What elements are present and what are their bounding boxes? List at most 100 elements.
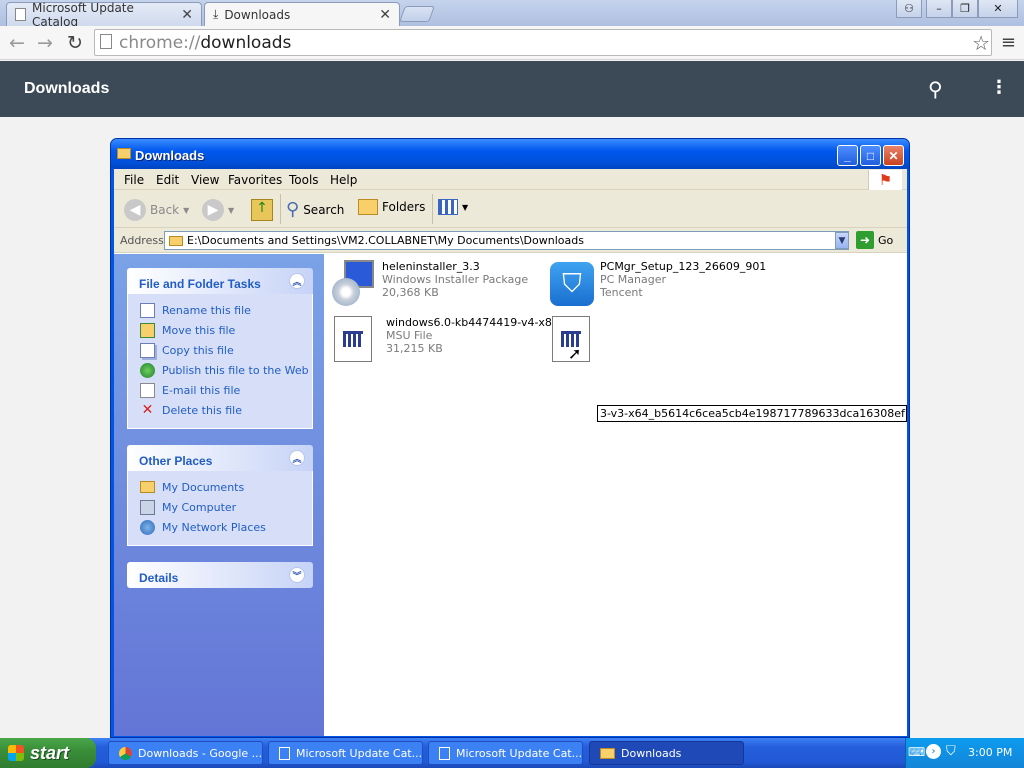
chrome-menu-icon[interactable]: ≡: [1001, 32, 1016, 53]
toolbar-separator: [280, 194, 281, 224]
file-folder-tasks-header[interactable]: File and Folder Tasks ︽: [127, 268, 313, 294]
installer-icon: [330, 260, 376, 308]
place-my-network-places[interactable]: My Network Places: [140, 517, 312, 537]
task-rename-file[interactable]: Rename this file: [140, 300, 312, 320]
task-label: Delete this file: [162, 403, 242, 417]
task-move-file[interactable]: Move this file: [140, 320, 312, 340]
folders-icon: [358, 199, 378, 215]
toolbar-separator: [432, 194, 433, 224]
copy-icon: [140, 342, 155, 358]
bookmark-star-icon[interactable]: ☆: [972, 31, 990, 55]
task-copy-file[interactable]: Copy this file: [140, 340, 312, 360]
rename-value: 3-v3-x64_b5614c6cea5cb4e198717789633dca1…: [600, 407, 906, 420]
standard-toolbar: ◀ Back ▼ ▶ ▼ ↑ ⚲ Search Folders ▼: [114, 190, 907, 228]
keyboard-icon[interactable]: ⌨: [908, 745, 925, 759]
back-button[interactable]: ◀ Back ▼: [124, 199, 189, 221]
folder-icon: [600, 747, 615, 759]
explorer-title-bar[interactable]: Downloads _ □ ✕: [111, 139, 909, 169]
maximize-button[interactable]: □: [860, 145, 881, 166]
file-item-renaming[interactable]: ➚: [552, 316, 598, 364]
views-icon: [438, 199, 458, 215]
task-label: Rename this file: [162, 303, 251, 317]
place-my-computer[interactable]: My Computer: [140, 497, 312, 517]
menu-file[interactable]: File: [124, 173, 144, 187]
tab-downloads[interactable]: ⤓ Downloads ✕: [204, 2, 400, 26]
rename-icon: [140, 302, 155, 318]
expand-icon[interactable]: ︾: [289, 567, 305, 583]
email-icon: [140, 382, 155, 398]
forward-button[interactable]: ▶ ▼: [202, 199, 234, 221]
task-publish-file[interactable]: Publish this file to the Web: [140, 360, 312, 380]
details-header[interactable]: Details ︾: [127, 562, 313, 588]
network-icon: [140, 519, 155, 535]
file-name: PCMgr_Setup_123_26609_901: [600, 260, 767, 273]
windows-flag-icon: [8, 745, 24, 761]
taskbar-item-update-catalog-1[interactable]: Microsoft Update Cat...: [268, 741, 423, 765]
close-window-button[interactable]: ✕: [978, 0, 1018, 18]
taskbar-label: Microsoft Update Cat...: [296, 746, 423, 760]
back-arrow-icon[interactable]: ←: [6, 32, 28, 54]
task-pane: File and Folder Tasks ︽ Rename this file…: [114, 254, 324, 736]
collapse-icon[interactable]: ︽: [289, 273, 305, 289]
msu-file-icon: [334, 316, 380, 364]
show-hidden-icons-icon[interactable]: ›: [926, 744, 941, 759]
menu-view[interactable]: View: [191, 173, 219, 187]
system-tray: ⌨ › ⛉ 3:00 PM: [905, 738, 1024, 768]
rename-input[interactable]: 3-v3-x64_b5614c6cea5cb4e198717789633dca1…: [597, 405, 907, 422]
other-places-header[interactable]: Other Places ︽: [127, 445, 313, 471]
forward-arrow-icon[interactable]: →: [34, 32, 56, 54]
file-item-windows6-kb4474419-x86[interactable]: windows6.0-kb4474419-v4-x8... MSU File 3…: [334, 316, 562, 364]
menu-tools[interactable]: Tools: [289, 173, 319, 187]
chrome-icon: [119, 746, 132, 760]
go-arrow-icon: ➜: [856, 231, 874, 249]
file-size: Tencent: [600, 286, 643, 299]
address-dropdown-icon[interactable]: ▼: [835, 232, 849, 249]
place-label: My Computer: [162, 500, 237, 514]
search-icon[interactable]: ⚲: [928, 77, 943, 101]
taskbar-item-chrome-downloads[interactable]: Downloads - Google ...: [108, 741, 263, 765]
restore-button[interactable]: ❐: [952, 0, 978, 18]
menu-favorites[interactable]: Favorites: [228, 173, 282, 187]
group-title: File and Folder Tasks: [139, 277, 261, 291]
reload-icon[interactable]: ↻: [64, 32, 86, 54]
place-label: My Network Places: [162, 520, 266, 534]
address-field[interactable]: E:\Documents and Settings\VM2.COLLABNET\…: [164, 231, 849, 250]
taskbar-label: Microsoft Update Cat...: [456, 746, 583, 760]
folders-button[interactable]: Folders: [358, 199, 425, 215]
file-item-pcmgr-setup[interactable]: ⛉ PCMgr_Setup_123_26609_901 PC Manager T…: [548, 260, 766, 308]
folders-label: Folders: [382, 200, 426, 214]
file-size: 31,215 KB: [386, 342, 443, 355]
close-icon[interactable]: ✕: [181, 7, 193, 23]
page-icon: [439, 746, 450, 760]
file-type: PC Manager: [600, 273, 667, 286]
task-delete-file[interactable]: ✕ Delete this file: [140, 400, 312, 420]
collapse-icon[interactable]: ︽: [289, 450, 305, 466]
menu-help[interactable]: Help: [330, 173, 357, 187]
close-button[interactable]: ✕: [883, 145, 904, 166]
go-button[interactable]: ➜ Go: [856, 231, 893, 249]
address-bar[interactable]: chrome://downloads: [94, 29, 992, 56]
downloads-header: Downloads ⚲ ⋮: [0, 61, 1024, 117]
menu-edit[interactable]: Edit: [156, 173, 179, 187]
address-path: E:\Documents and Settings\VM2.COLLABNET\…: [187, 234, 584, 247]
pc-manager-tray-icon[interactable]: ⛉: [946, 744, 956, 759]
task-email-file[interactable]: E-mail this file: [140, 380, 312, 400]
user-icon[interactable]: ⚇: [896, 0, 922, 18]
task-label: Publish this file to the Web: [162, 363, 309, 377]
more-options-icon[interactable]: ⋮: [990, 77, 1008, 98]
taskbar-item-update-catalog-2[interactable]: Microsoft Update Cat...: [428, 741, 583, 765]
download-icon: ⤓: [213, 7, 219, 21]
minimize-button[interactable]: _: [837, 145, 858, 166]
file-item-heleninstaller[interactable]: heleninstaller_3.3 Windows Installer Pac…: [330, 260, 528, 308]
minimize-button[interactable]: –: [926, 0, 952, 18]
search-button[interactable]: ⚲ Search: [286, 199, 344, 220]
taskbar-item-downloads-folder[interactable]: Downloads: [589, 741, 744, 765]
page-title: Downloads: [24, 80, 110, 97]
tab-microsoft-update-catalog[interactable]: Microsoft Update Catalog ✕: [6, 1, 202, 29]
place-my-documents[interactable]: My Documents: [140, 477, 312, 497]
new-tab-button[interactable]: [399, 6, 435, 22]
close-icon[interactable]: ✕: [379, 7, 391, 23]
other-places-group: Other Places ︽ My Documents My Computer …: [127, 445, 313, 546]
up-folder-button[interactable]: ↑: [251, 199, 273, 221]
views-button[interactable]: ▼: [438, 199, 468, 215]
